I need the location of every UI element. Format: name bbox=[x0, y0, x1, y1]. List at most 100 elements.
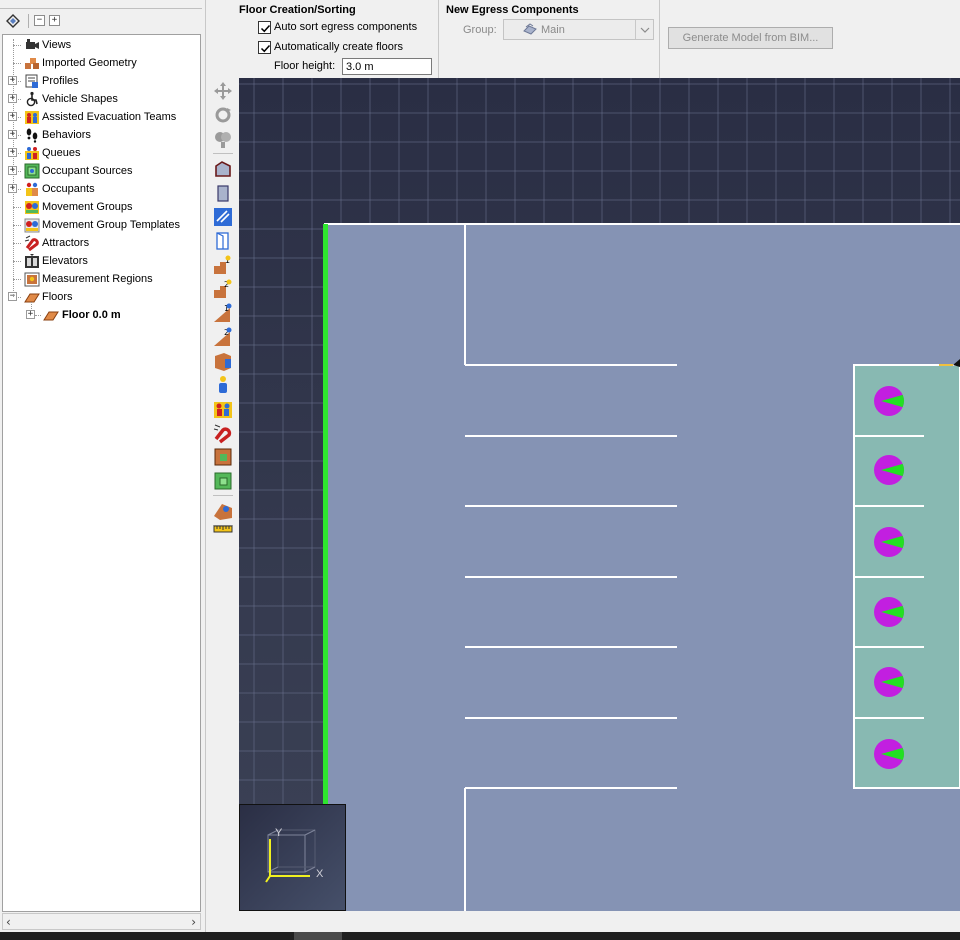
collapse-all-button[interactable]: − bbox=[34, 15, 45, 26]
tree-item-assisted-evacuation-teams[interactable]: + Assisted Evacuation Teams bbox=[3, 108, 200, 126]
add-occupant-group-icon[interactable] bbox=[212, 398, 234, 420]
navigator-tree: Views Imported Geometry + Profiles + Vehicle … bbox=[2, 34, 201, 912]
zoom-tool-icon[interactable] bbox=[212, 128, 234, 150]
tree-item-label: Occupants bbox=[42, 183, 95, 195]
tree-item-queues[interactable]: + Queues bbox=[3, 144, 200, 162]
tree-item-imported-geometry[interactable]: Imported Geometry bbox=[3, 54, 200, 72]
occupant[interactable] bbox=[874, 597, 904, 627]
add-occupant-icon[interactable] bbox=[212, 374, 234, 396]
tree-item-elevators[interactable]: Elevators bbox=[3, 252, 200, 270]
draw-ramp-icon[interactable]: 1 bbox=[212, 302, 234, 324]
tree-item-label: Floor 0.0 m bbox=[62, 309, 121, 321]
occupant[interactable] bbox=[874, 527, 905, 557]
tree-item-vehicle-shapes[interactable]: + Vehicle Shapes bbox=[3, 90, 200, 108]
tree-item-label: Occupant Sources bbox=[42, 165, 133, 177]
generate-model-from-bim-button[interactable]: Generate Model from BIM... bbox=[668, 27, 833, 49]
expand-icon[interactable]: + bbox=[26, 310, 35, 319]
draw-two-point-stair-icon[interactable]: 2 bbox=[212, 278, 234, 300]
tree-item-label: Queues bbox=[42, 147, 81, 159]
occupant[interactable] bbox=[874, 455, 905, 485]
tree-item-occupant-sources[interactable]: + Occupant Sources bbox=[3, 162, 200, 180]
tree-connector bbox=[13, 63, 21, 64]
taskbar-knob bbox=[294, 932, 342, 940]
door[interactable] bbox=[323, 224, 328, 804]
add-occupant-source-icon[interactable] bbox=[212, 446, 234, 468]
pan-tool-icon[interactable] bbox=[212, 80, 234, 102]
measure-tool-icon[interactable] bbox=[212, 518, 234, 540]
occupant[interactable] bbox=[874, 667, 904, 697]
tree-item-label: Movement Groups bbox=[42, 201, 133, 213]
section-divider bbox=[659, 0, 660, 78]
section-divider bbox=[438, 0, 439, 78]
floor-icon bbox=[43, 307, 59, 323]
x-axis-label: X bbox=[316, 868, 324, 880]
properties-bar: Floor Creation/Sorting Auto sort egress … bbox=[207, 0, 960, 78]
auto-sort-label: Auto sort egress components bbox=[274, 21, 418, 33]
add-measurement-region-icon[interactable] bbox=[212, 470, 234, 492]
occupants-icon bbox=[24, 181, 40, 197]
navigator-toolbar: − + bbox=[0, 8, 202, 34]
draw-exit-icon[interactable] bbox=[212, 350, 234, 372]
sync-icon[interactable] bbox=[5, 13, 21, 29]
camera-icon bbox=[24, 37, 40, 53]
occupant[interactable] bbox=[874, 386, 905, 416]
occupant-source-icon bbox=[24, 163, 40, 179]
occupant[interactable] bbox=[874, 739, 904, 769]
tree-item-attractors[interactable]: Attractors bbox=[3, 234, 200, 252]
tree-item-movement-groups[interactable]: Movement Groups bbox=[3, 198, 200, 216]
draw-wall-icon[interactable] bbox=[212, 206, 234, 228]
tree-item-measurement-regions[interactable]: Measurement Regions bbox=[3, 270, 200, 288]
tree-item-label: Assisted Evacuation Teams bbox=[42, 111, 177, 123]
draw-two-point-ramp-icon[interactable]: 2 bbox=[212, 326, 234, 348]
tree-item-floor-0[interactable]: + Floor 0.0 m bbox=[3, 302, 200, 324]
measurement-region-icon bbox=[24, 271, 40, 287]
tree-item-label: Profiles bbox=[42, 75, 79, 87]
add-attractor-icon[interactable] bbox=[212, 422, 234, 444]
tree-connector bbox=[13, 279, 21, 280]
tree-item-behaviors[interactable]: + Behaviors bbox=[3, 126, 200, 144]
tree-item-floors[interactable]: − Floors bbox=[3, 288, 200, 306]
group-label: Group: bbox=[463, 24, 497, 36]
tree-item-views[interactable]: Views bbox=[3, 36, 200, 54]
new-egress-title: New Egress Components bbox=[446, 4, 579, 16]
auto-sort-checkbox[interactable] bbox=[258, 21, 271, 34]
group-select[interactable]: Main bbox=[503, 19, 654, 40]
scroll-right-icon[interactable]: › bbox=[191, 915, 196, 929]
draw-door-icon[interactable] bbox=[212, 230, 234, 252]
orbit-tool-icon[interactable] bbox=[212, 104, 234, 126]
footprints-icon bbox=[24, 127, 40, 143]
tree-item-label: Measurement Regions bbox=[42, 273, 153, 285]
floor-creation-title: Floor Creation/Sorting bbox=[239, 4, 356, 16]
profiles-icon bbox=[24, 73, 40, 89]
tree-connector bbox=[13, 45, 21, 46]
tree-item-movement-group-templates[interactable]: Movement Group Templates bbox=[3, 216, 200, 234]
navigator-horizontal-scrollbar[interactable]: ‹ › bbox=[2, 913, 201, 930]
palette-divider bbox=[213, 153, 233, 154]
tree-item-profiles[interactable]: + Profiles bbox=[3, 72, 200, 90]
palette-divider bbox=[213, 495, 233, 496]
navigation-panel: − + Views Imported Geometry + Profiles + Vehi… bbox=[0, 0, 206, 932]
tree-connector bbox=[35, 315, 41, 316]
draw-stair-icon[interactable]: 1 bbox=[212, 254, 234, 276]
tree-item-label: Behaviors bbox=[42, 129, 91, 141]
floor-height-input[interactable] bbox=[342, 58, 432, 75]
tree-item-label: Elevators bbox=[42, 255, 88, 267]
chevron-down-icon[interactable] bbox=[635, 20, 653, 39]
group-select-value: Main bbox=[541, 24, 565, 36]
tree-connector bbox=[13, 207, 21, 208]
tree-item-label: Vehicle Shapes bbox=[42, 93, 118, 105]
expand-all-button[interactable]: + bbox=[49, 15, 60, 26]
model-canvas[interactable]: YX bbox=[239, 78, 960, 911]
auto-create-floors-checkbox[interactable] bbox=[258, 41, 271, 54]
draw-rect-room-icon[interactable] bbox=[212, 182, 234, 204]
elevator-icon bbox=[24, 253, 40, 269]
scroll-left-icon[interactable]: ‹ bbox=[6, 915, 11, 929]
model-3d-view[interactable]: YX bbox=[239, 78, 960, 911]
draw-room-icon[interactable] bbox=[212, 158, 234, 180]
team-icon bbox=[24, 109, 40, 125]
tool-palette: 1212 bbox=[207, 78, 239, 932]
view-bottom-margin bbox=[207, 911, 960, 932]
floor-height-label: Floor height: bbox=[274, 60, 336, 72]
tree-item-label: Views bbox=[42, 39, 72, 51]
tree-item-occupants[interactable]: + Occupants bbox=[3, 180, 200, 198]
